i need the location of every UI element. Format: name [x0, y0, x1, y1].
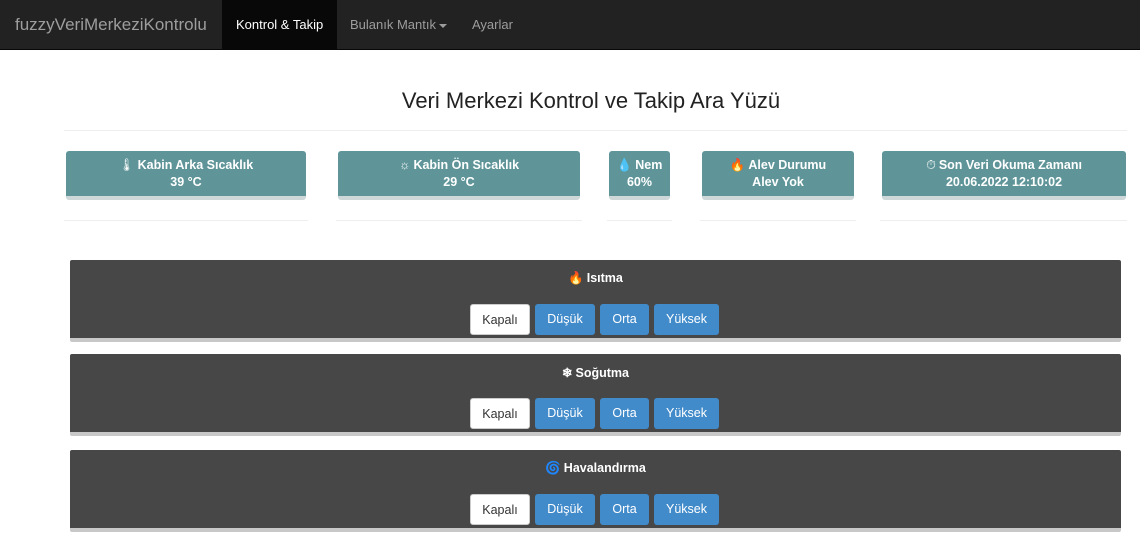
card-divider: [64, 220, 308, 221]
thermometer-icon: 🌡: [118, 158, 135, 172]
orta-button[interactable]: Orta: [600, 304, 649, 335]
yuksek-button[interactable]: Yüksek: [654, 304, 719, 335]
kapali-button[interactable]: Kapalı: [470, 304, 530, 335]
card-label: Nem: [635, 158, 663, 172]
card-alev-durumu: 🔥 Alev Durumu Alev Yok: [702, 151, 854, 200]
card-divider: [336, 220, 582, 221]
title-divider: [64, 130, 1127, 131]
panel-title: 🔥 Isıtma: [70, 271, 1121, 286]
panel-title-label: Soğutma: [575, 366, 629, 380]
dusuk-button[interactable]: Düşük: [535, 304, 595, 335]
card-divider: [880, 220, 1127, 221]
nav-bulanik-mantik-label: Bulanık Mantık: [350, 17, 436, 32]
card-value: 29 °C: [443, 175, 475, 189]
panel-sogutma: ❄ Soğutma Kapalı Düşük Orta Yüksek: [70, 354, 1121, 436]
top-navbar: fuzzyVeriMerkeziKontrolu Kontrol & Takip…: [0, 0, 1140, 50]
droplet-icon: 💧: [616, 158, 633, 172]
card-kabin-arka-sicaklik: 🌡 Kabin Arka Sıcaklık 39 °C: [66, 151, 306, 200]
panel-isitma: 🔥 Isıtma Kapalı Düşük Orta Yüksek: [70, 260, 1121, 342]
panel-title: 🌀 Havalandırma: [70, 461, 1121, 476]
snowflake-icon: ❄: [562, 366, 573, 380]
caret-down-icon: [439, 23, 447, 28]
dusuk-button[interactable]: Düşük: [535, 494, 595, 525]
fire-icon: 🔥: [568, 271, 584, 285]
yuksek-button[interactable]: Yüksek: [654, 398, 719, 429]
card-label: Son Veri Okuma Zamanı: [938, 158, 1082, 172]
kapali-button[interactable]: Kapalı: [470, 398, 530, 429]
nav-kontrol-takip[interactable]: Kontrol & Takip: [222, 0, 338, 50]
fan-icon: 🌀: [545, 461, 561, 475]
card-value: 20.06.2022 12:10:02: [945, 175, 1063, 189]
dusuk-button[interactable]: Düşük: [535, 398, 595, 429]
card-label: Kabin Ön Sıcaklık: [413, 158, 520, 172]
yuksek-button[interactable]: Yüksek: [654, 494, 719, 525]
nav-bulanik-mantik[interactable]: Bulanık Mantık: [336, 0, 461, 50]
clock-icon: ⏱: [926, 158, 936, 172]
orta-button[interactable]: Orta: [600, 398, 649, 429]
sun-icon: ☼: [398, 158, 411, 172]
fire-icon: 🔥: [729, 158, 746, 172]
panel-title-label: Isıtma: [586, 271, 623, 285]
card-divider: [700, 220, 856, 221]
card-label: Alev Durumu: [748, 158, 827, 172]
orta-button[interactable]: Orta: [600, 494, 649, 525]
card-label: Kabin Arka Sıcaklık: [137, 158, 254, 172]
card-value: 39 °C: [170, 175, 202, 189]
panel-title: ❄ Soğutma: [70, 365, 1121, 380]
page-title: Veri Merkezi Kontrol ve Takip Ara Yüzü: [401, 88, 781, 113]
panel-havalandirma: 🌀 Havalandırma Kapalı Düşük Orta Yüksek: [70, 450, 1121, 532]
card-nem: 💧 Nem 60%: [609, 151, 670, 200]
brand-link[interactable]: fuzzyVeriMerkeziKontrolu: [15, 0, 207, 50]
nav-ayarlar[interactable]: Ayarlar: [458, 0, 527, 50]
card-value: 60%: [626, 175, 653, 189]
kapali-button[interactable]: Kapalı: [470, 494, 530, 525]
card-son-veri-okuma-zamani: ⏱ Son Veri Okuma Zamanı 20.06.2022 12:10:…: [882, 151, 1126, 200]
card-value: Alev Yok: [752, 175, 804, 189]
card-kabin-on-sicaklik: ☼ Kabin Ön Sıcaklık 29 °C: [338, 151, 580, 200]
card-divider: [607, 220, 672, 221]
panel-title-label: Havalandırma: [563, 461, 646, 475]
